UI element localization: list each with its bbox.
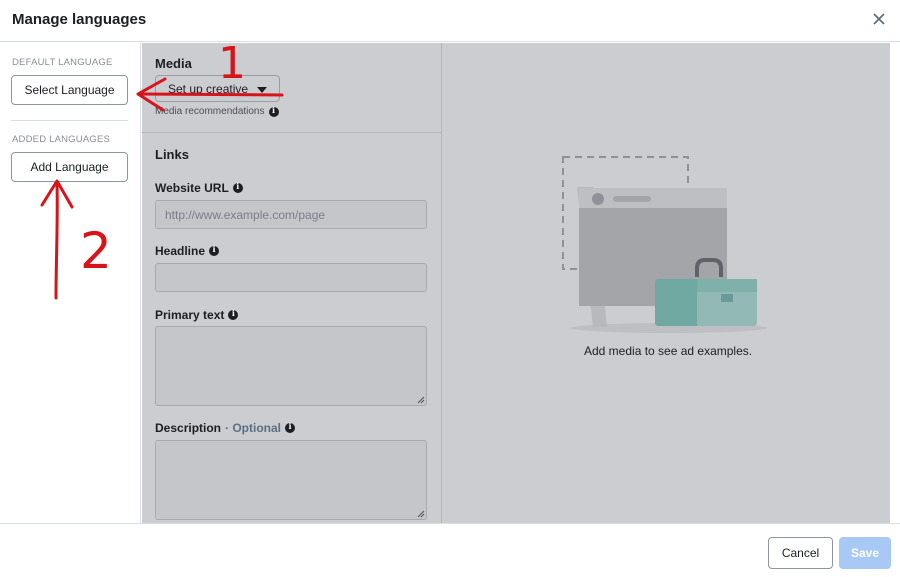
close-icon[interactable] — [870, 10, 888, 28]
info-icon[interactable] — [228, 308, 239, 320]
setup-creative-dropdown[interactable]: Set up creative — [155, 75, 280, 102]
media-recommendations[interactable]: Media recommendations — [155, 105, 279, 117]
info-icon[interactable] — [285, 421, 296, 433]
media-section-title: Media — [155, 56, 192, 71]
description-label-text: Description — [155, 421, 222, 435]
select-language-button[interactable]: Select Language — [11, 75, 128, 105]
language-sidebar: DEFAULT LANGUAGE Select Language ADDED L… — [0, 43, 141, 523]
info-icon[interactable] — [232, 181, 243, 193]
dialog-header: Manage languages — [0, 0, 900, 42]
dialog-title: Manage languages — [12, 11, 147, 28]
website-url-input[interactable] — [155, 200, 427, 229]
added-languages-label: ADDED LANGUAGES — [12, 134, 111, 145]
caret-down-icon — [257, 87, 267, 93]
manage-languages-dialog: Manage languages DEFAULT LANGUAGE Select… — [0, 0, 900, 577]
dialog-footer: Cancel Save — [0, 523, 900, 577]
cancel-button[interactable]: Cancel — [768, 537, 833, 569]
ad-form-column: Media Set up creative Media recommendati… — [142, 43, 442, 523]
description-label: Description · Optional — [155, 421, 296, 435]
headline-label-text: Headline — [155, 244, 206, 258]
primary-text-input[interactable] — [155, 326, 427, 406]
setup-creative-label: Set up creative — [168, 81, 249, 96]
add-language-button[interactable]: Add Language — [11, 152, 128, 182]
links-section-title: Links — [155, 147, 189, 162]
primary-text-label: Primary text — [155, 308, 239, 322]
media-divider — [142, 132, 442, 133]
optional-tag: · Optional — [225, 421, 282, 435]
description-input[interactable] — [155, 440, 427, 520]
info-icon[interactable] — [268, 105, 279, 117]
headline-label: Headline — [155, 244, 220, 258]
preview-caption: Add media to see ad examples. — [584, 344, 753, 358]
media-placeholder-illustration — [562, 156, 767, 333]
save-button[interactable]: Save — [839, 537, 891, 569]
editor-area: Media Set up creative Media recommendati… — [142, 43, 890, 523]
website-url-label-text: Website URL — [155, 181, 229, 195]
info-icon[interactable] — [209, 244, 220, 256]
headline-input[interactable] — [155, 263, 427, 292]
primary-text-label-text: Primary text — [155, 308, 225, 322]
sidebar-divider — [11, 120, 128, 121]
media-recommendations-text: Media recommendations — [155, 106, 265, 117]
website-url-label: Website URL — [155, 181, 243, 195]
default-language-label: DEFAULT LANGUAGE — [12, 57, 113, 68]
